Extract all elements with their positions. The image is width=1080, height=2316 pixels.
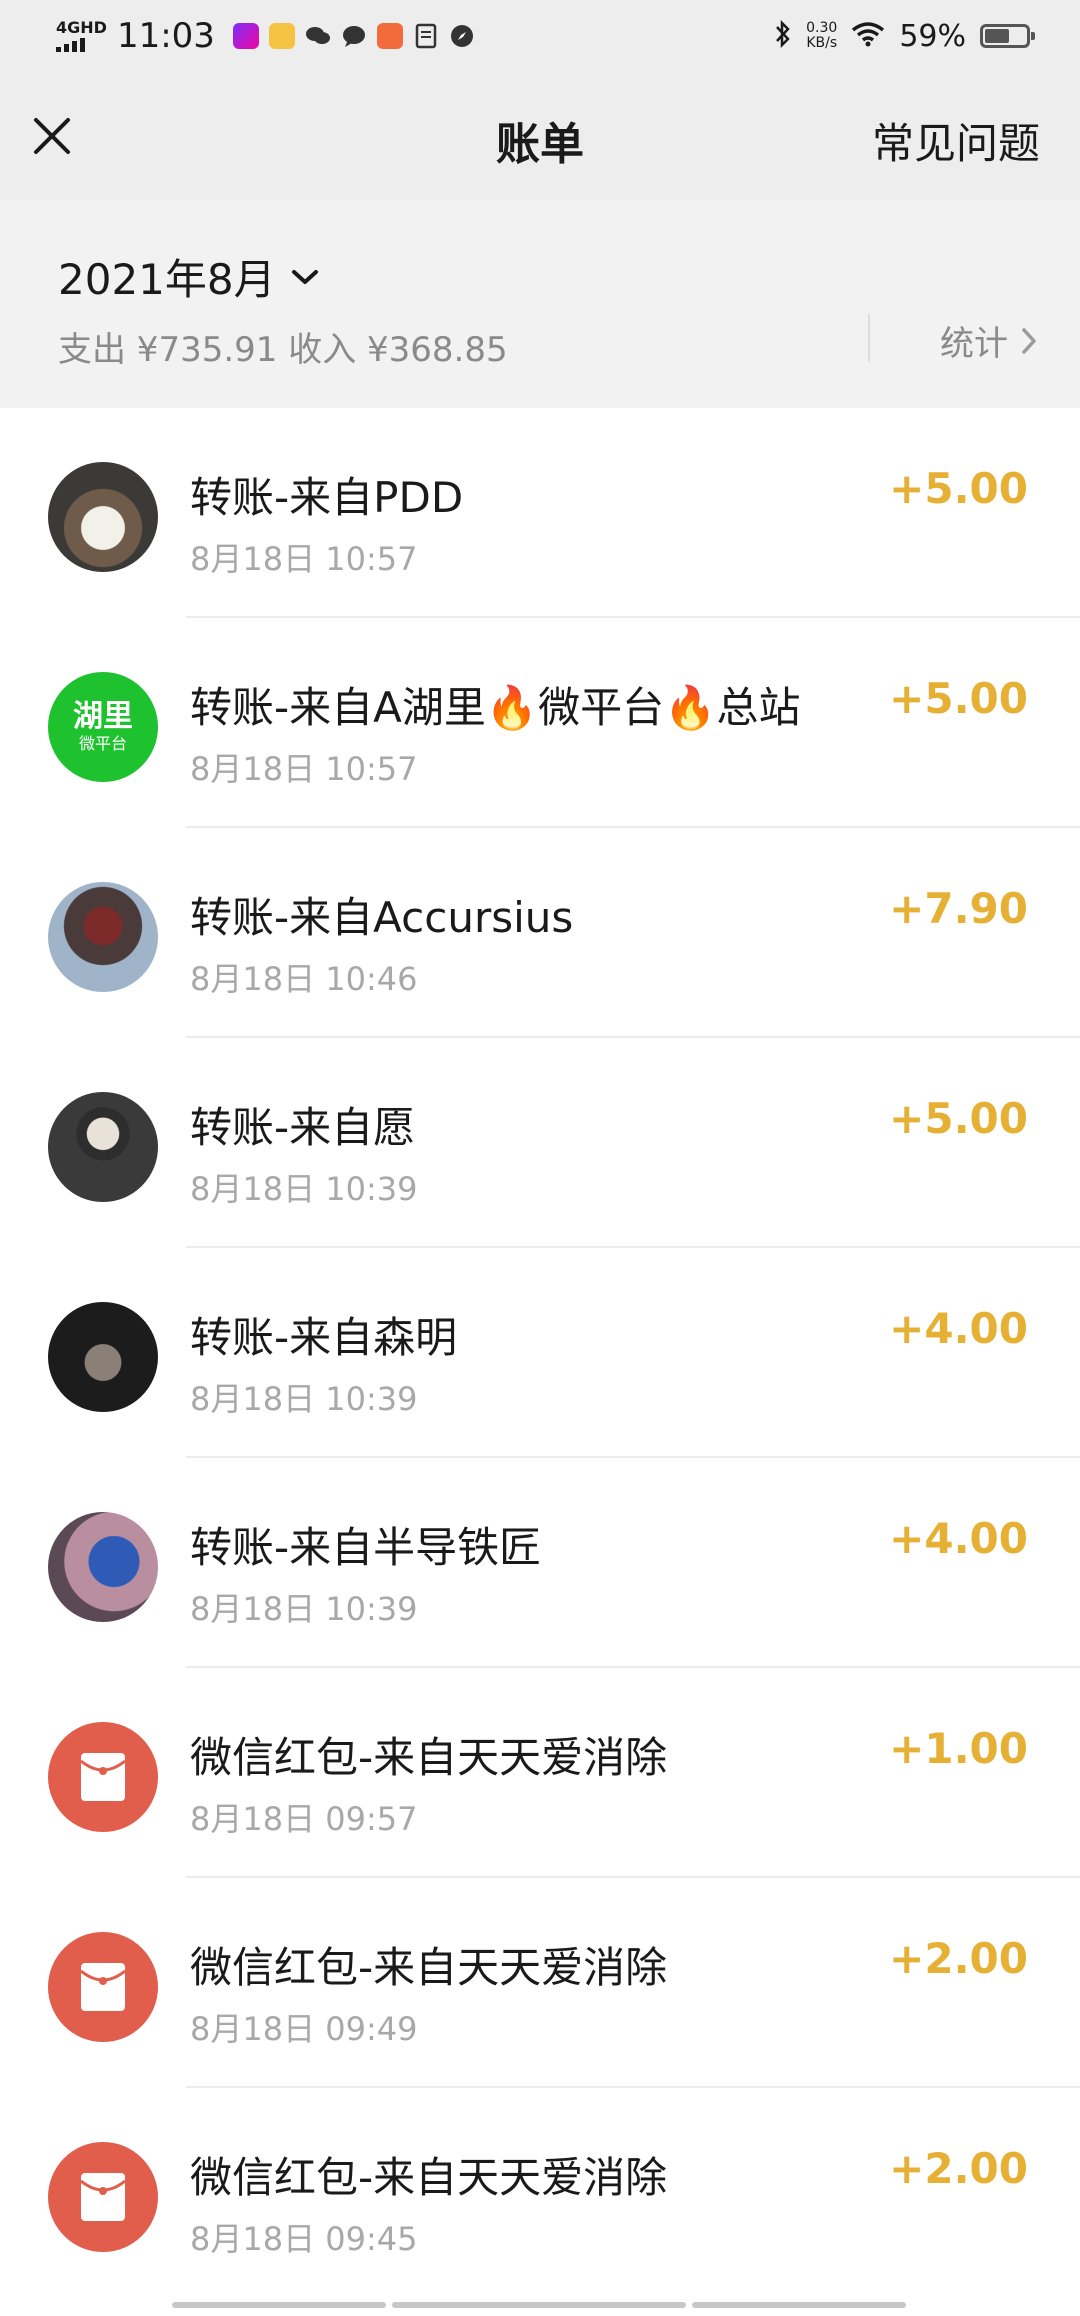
transaction-amount: +4.00 (889, 1514, 1028, 1563)
status-right: 0.30 KB/s 59% (774, 16, 1035, 56)
transaction-amount: +5.00 (889, 1094, 1028, 1143)
month-selector[interactable]: 2021年8月 (58, 246, 320, 307)
transaction-title: 微信红包-来自天天爱消除 (190, 2153, 668, 2202)
photo-avatar (48, 1512, 158, 1622)
status-bar: 4GHD 11:03 0.30 KB/s 59% (0, 0, 1080, 72)
logo-avatar: 湖里 微平台 (48, 672, 158, 782)
photo-avatar (48, 1302, 158, 1412)
game-app-icon (268, 23, 295, 49)
battery-percentage: 59% (899, 18, 966, 54)
bluetooth-icon (774, 19, 792, 53)
transaction-row[interactable]: 微信红包-来自天天爱消除 8月18日 09:57 +1.00 (0, 1668, 1080, 1878)
transaction-amount: +5.00 (889, 464, 1028, 513)
transaction-amount: +2.00 (889, 2144, 1028, 2193)
video-app-icon (232, 23, 259, 49)
transaction-amount: +2.00 (889, 1934, 1028, 1983)
transaction-row[interactable]: 转账-来自愿 8月18日 10:39 +5.00 (0, 1038, 1080, 1248)
transaction-row[interactable]: 转账-来自半导铁匠 8月18日 10:39 +4.00 (0, 1458, 1080, 1668)
transaction-row[interactable]: 微信红包-来自天天爱消除 8月18日 09:45 +2.00 (0, 2088, 1080, 2298)
compass-icon (449, 23, 475, 49)
divider (868, 314, 870, 362)
photo-avatar (48, 882, 158, 992)
network-type-label: 4GHD (56, 18, 107, 37)
red-packet-icon (48, 1722, 158, 1832)
stats-label: 统计 (940, 324, 1008, 364)
avatar-logo-text: 湖里 (73, 699, 133, 734)
transaction-time: 8月18日 09:45 (190, 2220, 418, 2258)
transaction-amount: +7.90 (889, 884, 1028, 933)
network-indicator: 4GHD (56, 20, 107, 52)
transaction-amount: +1.00 (889, 1724, 1028, 1773)
network-speed: 0.30 KB/s (806, 21, 837, 51)
transaction-row[interactable]: 转账-来自Accursius 8月18日 10:46 +7.90 (0, 828, 1080, 1038)
shopping-app-icon (376, 23, 403, 49)
monthly-summary: 2021年8月 支出 ¥735.91 收入 ¥368.85 统计 (0, 200, 1080, 408)
signal-icon (56, 38, 85, 52)
month-label: 2021年8月 (58, 255, 276, 304)
transaction-time: 8月18日 10:39 (190, 1170, 418, 1208)
transaction-time: 8月18日 09:49 (190, 2010, 418, 2048)
transaction-amount: +5.00 (889, 674, 1028, 723)
transaction-title: 转账-来自半导铁匠 (190, 1523, 542, 1572)
monthly-totals: 支出 ¥735.91 收入 ¥368.85 (58, 330, 508, 370)
nav-bar: 账单 常见问题 (0, 72, 1080, 200)
red-packet-icon (48, 2142, 158, 2252)
speed-unit: KB/s (806, 35, 838, 51)
transaction-title: 转账-来自Accursius (190, 893, 574, 942)
wifi-icon (851, 21, 885, 51)
transaction-list: 转账-来自PDD 8月18日 10:57 +5.00 湖里 微平台 转账-来自A… (0, 408, 1080, 2298)
transaction-title: 转账-来自A湖里🔥微平台🔥总站 (190, 683, 801, 732)
wechat-icon (305, 23, 331, 49)
document-icon (413, 23, 439, 49)
faq-link[interactable]: 常见问题 (872, 110, 1040, 171)
photo-avatar (48, 462, 158, 572)
chevron-right-icon (1022, 327, 1036, 354)
transaction-title: 转账-来自PDD (190, 473, 464, 522)
transaction-row[interactable]: 微信红包-来自天天爱消除 8月18日 09:49 +2.00 (0, 1878, 1080, 2088)
speed-value: 0.30 (806, 20, 838, 36)
transaction-time: 8月18日 09:57 (190, 1800, 418, 1838)
transaction-row[interactable]: 湖里 微平台 转账-来自A湖里🔥微平台🔥总站 8月18日 10:57 +5.00 (0, 618, 1080, 828)
chevron-down-icon (291, 269, 318, 284)
transaction-row[interactable]: 转账-来自PDD 8月18日 10:57 +5.00 (0, 408, 1080, 618)
transaction-title: 微信红包-来自天天爱消除 (190, 1943, 668, 1992)
scroll-indicator (0, 2302, 1080, 2308)
transaction-time: 8月18日 10:57 (190, 750, 418, 788)
transaction-time: 8月18日 10:39 (190, 1590, 418, 1628)
transaction-row[interactable]: 转账-来自森明 8月18日 10:39 +4.00 (0, 1248, 1080, 1458)
battery-level (985, 29, 1009, 43)
photo-avatar (48, 1092, 158, 1202)
transaction-time: 8月18日 10:39 (190, 1380, 418, 1418)
message-icon (341, 23, 367, 49)
avatar-logo-subtext: 微平台 (78, 734, 127, 753)
transaction-time: 8月18日 10:46 (190, 960, 418, 998)
stats-button[interactable]: 统计 (940, 316, 1038, 365)
transaction-time: 8月18日 10:57 (190, 540, 418, 578)
red-packet-icon (48, 1932, 158, 2042)
transaction-title: 微信红包-来自天天爱消除 (190, 1733, 668, 1782)
transaction-amount: +4.00 (889, 1304, 1028, 1353)
clock: 11:03 (116, 16, 215, 56)
transaction-title: 转账-来自森明 (190, 1313, 458, 1362)
battery-icon (980, 24, 1035, 48)
transaction-title: 转账-来自愿 (190, 1103, 416, 1152)
status-left: 4GHD 11:03 (56, 14, 475, 58)
